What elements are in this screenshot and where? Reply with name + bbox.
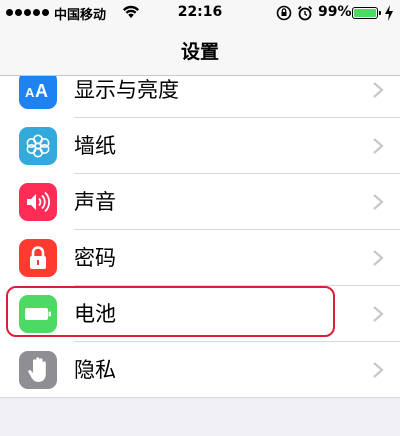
settings-row-battery[interactable]: 电池 (0, 286, 400, 342)
charging-bolt-icon (385, 5, 393, 21)
settings-row-sounds[interactable]: 声音 (0, 174, 400, 230)
status-bar: 中国移动 22:16 99% (0, 0, 400, 26)
battery-status-icon (352, 7, 381, 19)
settings-row-passcode[interactable]: 密码 (0, 230, 400, 286)
alarm-icon (297, 5, 313, 21)
hand-icon (19, 351, 57, 389)
battery-percentage: 99% (318, 4, 352, 20)
settings-row-label: 密码 (74, 246, 116, 270)
display-brightness-icon: A A (19, 71, 57, 109)
chevron-right-icon (373, 82, 384, 98)
svg-text:A: A (25, 85, 35, 100)
svg-text:A: A (35, 81, 48, 100)
settings-row-label: 声音 (74, 190, 116, 214)
settings-row-wallpaper[interactable]: 墙纸 (0, 118, 400, 174)
speaker-icon (19, 183, 57, 221)
rotation-lock-icon (276, 5, 292, 21)
battery-icon (19, 295, 57, 333)
chevron-right-icon (373, 250, 384, 266)
page-title: 设置 (180, 41, 219, 63)
settings-row-label: 隐私 (74, 358, 116, 382)
chevron-right-icon (373, 362, 384, 378)
row-separator (0, 397, 400, 398)
navigation-bar: 设置 (0, 26, 400, 76)
settings-row-label: 显示与亮度 (74, 78, 179, 102)
settings-row-label: 墙纸 (74, 134, 116, 158)
settings-list: A A 显示与亮度 墙纸 声音 密码 电池 隐私 (0, 62, 400, 398)
chevron-right-icon (373, 194, 384, 210)
chevron-right-icon (373, 138, 384, 154)
wallpaper-flower-icon (19, 127, 57, 165)
chevron-right-icon (373, 306, 384, 322)
settings-row-privacy[interactable]: 隐私 (0, 342, 400, 398)
settings-row-label: 电池 (74, 302, 116, 326)
lock-icon (19, 239, 57, 277)
